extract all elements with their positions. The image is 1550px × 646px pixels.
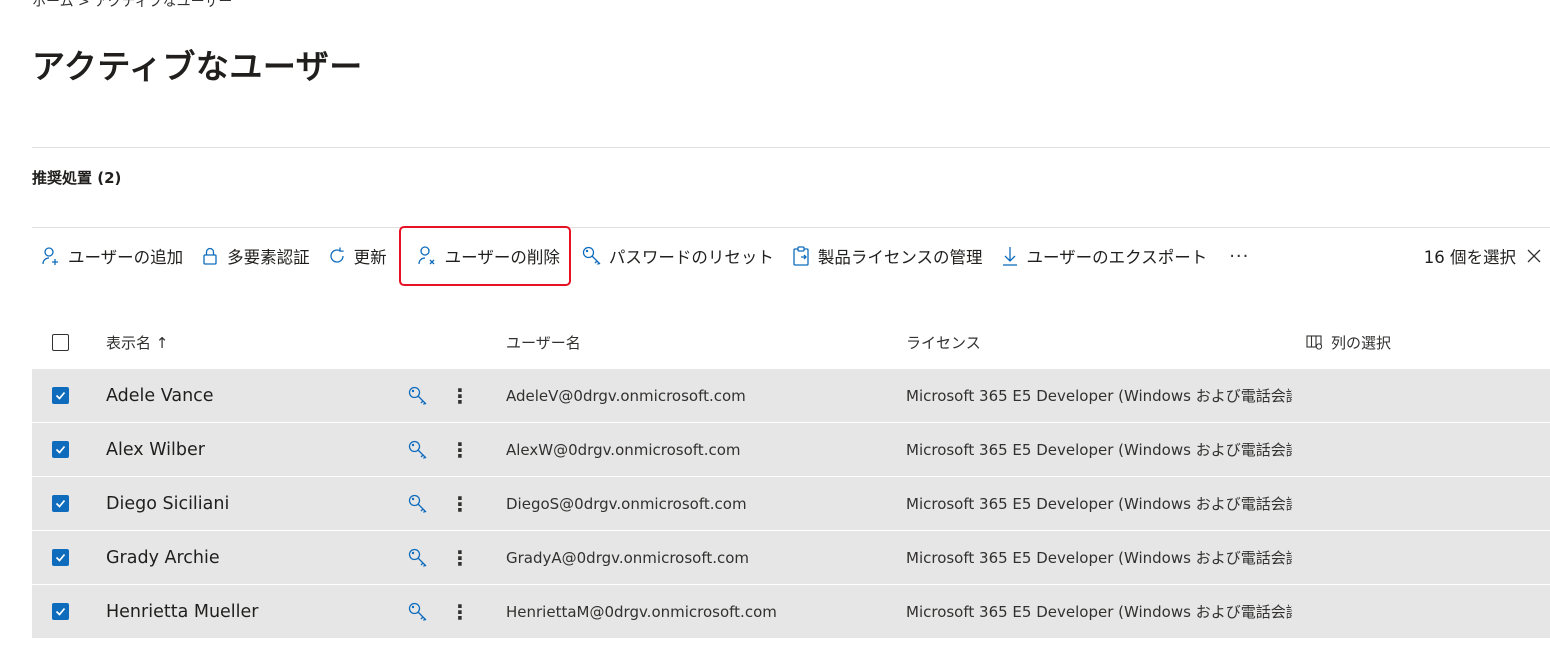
add-user-button[interactable]: ユーザーの追加 (32, 236, 191, 276)
checkbox-checked (52, 441, 69, 458)
divider (32, 227, 1550, 228)
more-actions-icon[interactable]: ⋮ (450, 477, 470, 530)
export-users-label: ユーザーのエクスポート (1026, 248, 1208, 267)
checkbox-checked (52, 495, 69, 512)
row-checkbox[interactable] (52, 423, 69, 476)
clipboard-icon (790, 245, 812, 267)
select-all-checkbox[interactable] (52, 322, 69, 362)
clear-selection-icon[interactable] (1526, 248, 1542, 264)
manage-licenses-label: 製品ライセンスの管理 (817, 248, 983, 267)
user-display-name[interactable]: Henrietta Mueller (106, 585, 259, 638)
user-display-name[interactable]: Grady Archie (106, 531, 220, 584)
selection-count-label: 16 個を選択 (1423, 248, 1516, 267)
reset-password-key-icon[interactable] (407, 477, 429, 530)
column-header-username[interactable]: ユーザー名 (506, 322, 581, 362)
row-checkbox[interactable] (52, 531, 69, 584)
checkbox-checked (52, 549, 69, 566)
manage-licenses-button[interactable]: 製品ライセンスの管理 (782, 236, 991, 276)
reset-password-key-icon[interactable] (407, 369, 429, 422)
delete-user-button[interactable]: ユーザーの削除 (398, 226, 571, 286)
user-table-body: Adele Vance ⋮ AdeleV@0drgv.onmicrosoft.c… (32, 369, 1550, 639)
user-license: Microsoft 365 E5 Developer (Windows および電… (906, 387, 1292, 405)
column-header-display-name[interactable]: 表示名 ↑ (106, 322, 168, 362)
page-title: アクティブなユーザー (32, 47, 363, 86)
more-options-button[interactable]: ··· (1221, 246, 1257, 267)
user-license: Microsoft 365 E5 Developer (Windows および電… (906, 441, 1292, 459)
user-license: Microsoft 365 E5 Developer (Windows および電… (906, 603, 1292, 621)
user-name: AdeleV@0drgv.onmicrosoft.com (506, 386, 746, 405)
more-actions-icon[interactable]: ⋮ (450, 531, 470, 584)
user-name: AlexW@0drgv.onmicrosoft.com (506, 440, 741, 459)
checkbox-checked (52, 603, 69, 620)
reset-password-key-icon[interactable] (407, 423, 429, 476)
table-row[interactable]: Henrietta Mueller ⋮ HenriettaM@0drgv.onm… (32, 585, 1550, 639)
columns-icon (1306, 334, 1323, 350)
row-checkbox[interactable] (52, 369, 69, 422)
user-name: HenriettaM@0drgv.onmicrosoft.com (506, 602, 777, 621)
checkbox-checked (52, 387, 69, 404)
more-actions-icon[interactable]: ⋮ (450, 369, 470, 422)
user-name: GradyA@0drgv.onmicrosoft.com (506, 548, 750, 567)
add-user-label: ユーザーの追加 (68, 248, 184, 267)
table-row[interactable]: Adele Vance ⋮ AdeleV@0drgv.onmicrosoft.c… (32, 369, 1550, 423)
more-actions-icon[interactable]: ⋮ (450, 423, 470, 476)
row-checkbox[interactable] (52, 477, 69, 530)
refresh-label: 更新 (353, 248, 387, 267)
divider (32, 147, 1550, 148)
table-row[interactable]: Grady Archie ⋮ GradyA@0drgv.onmicrosoft.… (32, 531, 1550, 585)
user-license: Microsoft 365 E5 Developer (Windows および電… (906, 495, 1292, 513)
reset-password-key-icon[interactable] (407, 585, 429, 638)
mfa-label: 多要素認証 (227, 248, 310, 267)
mfa-button[interactable]: 多要素認証 (191, 236, 318, 276)
user-name: DiegoS@0drgv.onmicrosoft.com (506, 494, 747, 513)
command-bar: ユーザーの追加 多要素認証 更新 ユーザーの削除 パスワードのリセット 製品ライ… (32, 226, 1550, 286)
refresh-button[interactable]: 更新 (318, 236, 395, 276)
choose-columns-label: 列の選択 (1331, 333, 1392, 352)
table-header: 表示名 ↑ ユーザー名 ライセンス 列の選択 (32, 322, 1550, 362)
remove-person-icon (417, 245, 439, 267)
table-row[interactable]: Alex Wilber ⋮ AlexW@0drgv.onmicrosoft.co… (32, 423, 1550, 477)
choose-columns-button[interactable]: 列の選択 (1306, 322, 1391, 362)
reset-password-key-icon[interactable] (407, 531, 429, 584)
user-display-name[interactable]: Alex Wilber (106, 423, 205, 476)
export-users-button[interactable]: ユーザーのエクスポート (991, 236, 1216, 276)
user-license: Microsoft 365 E5 Developer (Windows および電… (906, 549, 1292, 567)
column-header-license[interactable]: ライセンス (906, 322, 981, 362)
user-display-name[interactable]: Diego Siciliani (106, 477, 229, 530)
key-icon (581, 245, 603, 267)
refresh-icon (326, 245, 348, 267)
selection-count: 16 個を選択 (1424, 244, 1550, 268)
more-actions-icon[interactable]: ⋮ (450, 585, 470, 638)
reset-password-button[interactable]: パスワードのリセット (573, 236, 782, 276)
table-row[interactable]: Diego Siciliani ⋮ DiegoS@0drgv.onmicroso… (32, 477, 1550, 531)
add-person-icon (40, 245, 62, 267)
row-checkbox[interactable] (52, 585, 69, 638)
checkbox-box (52, 333, 69, 351)
user-display-name[interactable]: Adele Vance (106, 369, 214, 422)
delete-user-label: ユーザーの削除 (444, 248, 560, 267)
lock-icon (199, 245, 221, 267)
recommended-actions-link[interactable]: 推奨処置 (2) (32, 167, 121, 188)
reset-password-label: パスワードのリセット (608, 248, 774, 267)
breadcrumb[interactable]: ホーム > アクティブなユーザー (32, 0, 232, 11)
download-icon (999, 245, 1021, 267)
